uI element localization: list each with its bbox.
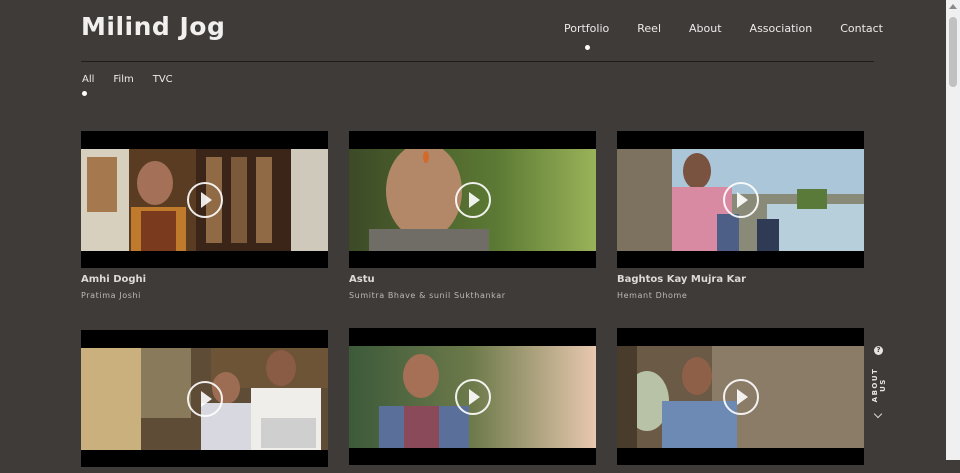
question-icon: ?: [874, 346, 883, 355]
film-card: [617, 328, 864, 471]
filter-label: All: [82, 74, 95, 85]
about-us-side-tab[interactable]: ? ABOUT US: [868, 346, 888, 426]
about-us-label: ABOUT US: [871, 367, 887, 403]
page: Milind Jog Portfolio Reel About Associat…: [0, 0, 946, 467]
film-thumbnail[interactable]: [617, 328, 864, 465]
filter-tvc[interactable]: TVC: [153, 74, 173, 85]
film-card-amhi-doghi: Amhi Doghi Pratima Joshi: [81, 131, 328, 300]
film-card: [81, 330, 328, 473]
film-thumbnail[interactable]: [81, 131, 328, 268]
film-card: [349, 328, 596, 471]
chevron-down-icon: [873, 409, 883, 419]
play-icon[interactable]: [186, 380, 223, 417]
film-thumbnail[interactable]: [349, 131, 596, 268]
film-director: Hemant Dhome: [617, 291, 688, 300]
film-card-astu: Astu Sumitra Bhave & sunil Sukthankar: [349, 131, 596, 300]
nav-item-reel[interactable]: Reel: [637, 22, 661, 35]
film-thumbnail[interactable]: [349, 328, 596, 465]
play-icon[interactable]: [186, 181, 223, 218]
filter-label: Film: [113, 74, 134, 85]
film-title[interactable]: Amhi Doghi: [81, 274, 328, 285]
portfolio-filters: All Film TVC: [82, 74, 192, 96]
play-icon[interactable]: [722, 378, 759, 415]
nav-label: Portfolio: [564, 22, 610, 35]
nav-label: Association: [749, 22, 813, 35]
film-card-baghtos-kay-mujra-kar: Baghtos Kay Mujra Kar Hemant Dhome: [617, 131, 864, 300]
header-divider: [81, 61, 874, 62]
play-icon[interactable]: [454, 181, 491, 218]
nav-label: About: [689, 22, 722, 35]
main-nav: Portfolio Reel About Association Contact: [564, 22, 883, 50]
play-icon[interactable]: [454, 378, 491, 415]
scroll-up-arrow-icon[interactable]: [949, 4, 957, 9]
scrollbar-thumb[interactable]: [949, 17, 957, 87]
filter-all[interactable]: All: [82, 74, 95, 96]
film-director: Sumitra Bhave & sunil Sukthankar: [349, 291, 506, 300]
page-scrollbar[interactable]: [946, 0, 960, 460]
site-logo[interactable]: Milind Jog: [81, 12, 225, 41]
nav-label: Contact: [840, 22, 883, 35]
film-title[interactable]: Baghtos Kay Mujra Kar: [617, 274, 864, 285]
filter-film[interactable]: Film: [113, 74, 133, 85]
film-thumbnail[interactable]: [81, 330, 328, 467]
nav-item-portfolio[interactable]: Portfolio: [564, 22, 610, 50]
filter-label: TVC: [152, 74, 173, 85]
active-indicator-dot: [584, 45, 590, 50]
nav-item-contact[interactable]: Contact: [840, 22, 883, 35]
play-icon[interactable]: [722, 181, 759, 218]
film-director: Pratima Joshi: [81, 291, 141, 300]
nav-label: Reel: [637, 22, 662, 35]
nav-item-about[interactable]: About: [689, 22, 722, 35]
nav-item-association[interactable]: Association: [750, 22, 813, 35]
active-filter-dot: [82, 91, 87, 96]
film-title[interactable]: Astu: [349, 274, 596, 285]
film-thumbnail[interactable]: [617, 131, 864, 268]
